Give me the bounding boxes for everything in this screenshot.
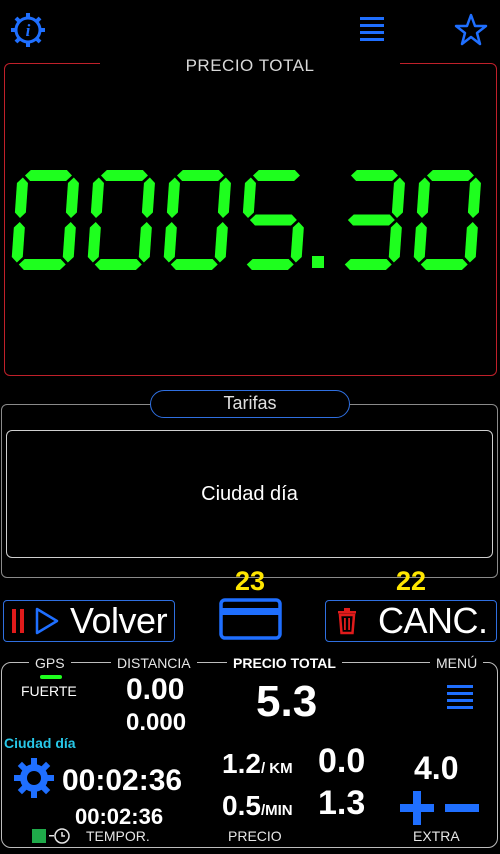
display-segment — [11, 222, 25, 263]
display-digit — [413, 170, 481, 270]
display-decimal-point — [312, 256, 324, 268]
extra-value: 4.0 — [414, 750, 459, 786]
display-segment — [420, 259, 468, 270]
display-segment — [163, 222, 177, 263]
minus-icon — [445, 804, 479, 812]
play-icon — [35, 607, 59, 635]
display-segment — [100, 170, 148, 181]
volver-button[interactable]: Volver — [3, 600, 175, 642]
display-segment — [18, 259, 66, 270]
tempor-label: TEMPOR. — [80, 828, 156, 844]
display-segment — [214, 222, 228, 263]
cancel-button[interactable]: CANC. — [325, 600, 497, 642]
display-segment — [87, 222, 101, 263]
price-panel-title: PRECIO TOTAL — [185, 56, 315, 75]
display-segment — [90, 177, 104, 218]
display-segment — [416, 177, 430, 218]
display-segment — [242, 177, 256, 218]
display-segment — [170, 259, 218, 270]
display-segment — [344, 259, 392, 270]
display-segment — [166, 177, 180, 218]
display-segment — [65, 177, 79, 218]
svg-text:i: i — [26, 21, 31, 40]
clock-icon — [48, 827, 74, 845]
display-segment — [426, 170, 474, 181]
timer-main: 00:02:36 — [62, 764, 183, 797]
gps-signal-text: FUERTE — [21, 683, 77, 699]
settings-gear-icon[interactable] — [13, 757, 55, 799]
menu-icon[interactable] — [447, 684, 473, 712]
display-segment — [138, 222, 152, 263]
display-digit — [242, 170, 304, 270]
display-segment — [217, 177, 231, 218]
info-settings-icon[interactable]: i — [10, 12, 46, 48]
rate-km-value: 1.2/ KM — [222, 748, 293, 779]
display-digit — [11, 170, 79, 270]
trash-icon — [338, 608, 356, 635]
display-segment — [24, 170, 72, 181]
display-segment — [94, 259, 142, 270]
plus-icon — [400, 791, 434, 825]
display-segment — [290, 222, 304, 263]
display-digit — [163, 170, 231, 270]
cancel-count-badge: 22 — [395, 566, 427, 596]
rate-min-value: 0.5/MIN — [222, 790, 293, 821]
card-payment-button[interactable] — [219, 598, 282, 640]
display-digit — [87, 170, 155, 270]
credit-card-icon — [219, 598, 282, 640]
display-segment — [246, 259, 294, 270]
extra-decrease-button[interactable] — [444, 790, 480, 826]
extra-increase-button[interactable] — [399, 790, 435, 826]
timer-secondary: 00:02:36 — [75, 804, 164, 829]
extra-label: EXTRA — [407, 828, 466, 844]
display-segment — [252, 170, 300, 181]
tarifa-selector[interactable]: Ciudad día — [6, 430, 493, 558]
precio-label: PRECIO — [222, 828, 288, 844]
display-segment — [467, 177, 481, 218]
pause-icon — [12, 609, 24, 633]
display-segment — [350, 170, 398, 181]
display-segment — [249, 214, 297, 226]
precio-total-value: 5.3 — [256, 677, 318, 726]
distancia-value-secondary: 0.000 — [126, 709, 187, 736]
tariff-name: Ciudad día — [4, 735, 76, 751]
display-segment — [14, 177, 28, 218]
display-segment — [62, 222, 76, 263]
display-segment — [347, 214, 395, 226]
display-segment — [141, 177, 155, 218]
tarifa-selected-label: Ciudad día — [201, 482, 298, 505]
precio-total-label: PRECIO TOTAL — [227, 655, 342, 671]
display-segment — [176, 170, 224, 181]
menu-label: MENÚ — [430, 655, 484, 671]
seven-segment-price-display — [11, 170, 481, 270]
display-segment — [388, 222, 402, 263]
distancia-value: 0.00 — [126, 673, 185, 706]
card-count-badge: 23 — [234, 566, 266, 596]
gps-label: GPS — [29, 655, 71, 671]
star-icon[interactable] — [454, 13, 488, 47]
hamburger-menu-icon[interactable] — [360, 16, 384, 46]
volver-label: Volver — [70, 600, 168, 641]
distancia-label: DISTANCIA — [111, 655, 197, 671]
display-segment — [464, 222, 478, 263]
display-segment — [413, 222, 427, 263]
cancel-label: CANC. — [378, 600, 488, 641]
display-segment — [391, 177, 405, 218]
price-min-value: 1.3 — [318, 784, 366, 822]
status-square-icon — [32, 829, 46, 843]
price-km-value: 0.0 — [318, 742, 366, 780]
gps-signal-bar — [40, 675, 62, 679]
display-digit — [344, 170, 405, 270]
tarifas-label: Tarifas — [150, 390, 350, 418]
